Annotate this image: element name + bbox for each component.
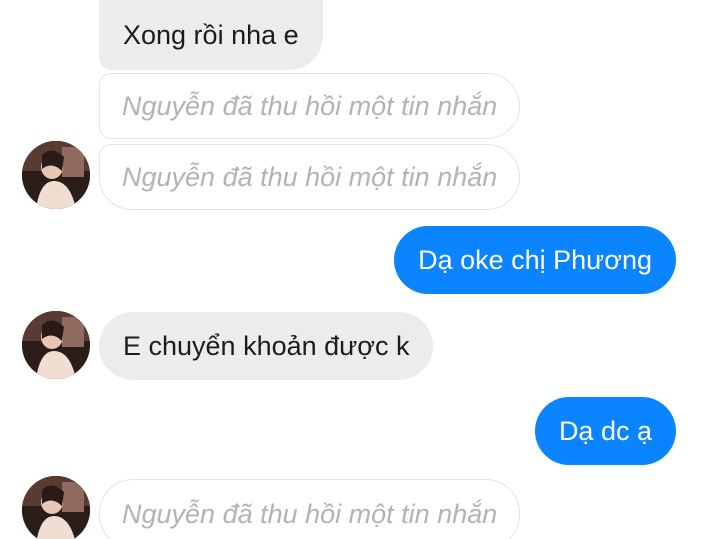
message-text: Dạ dc ạ <box>558 415 652 446</box>
avatar-photo-icon <box>22 141 90 209</box>
sender-avatar[interactable] <box>22 476 90 539</box>
recalled-message-bubble[interactable]: Nguyễn đã thu hồi một tin nhắn <box>99 479 521 539</box>
outgoing-message-bubble[interactable]: Dạ oke chị Phương <box>394 226 676 294</box>
incoming-message-bubble[interactable]: E chuyển khoản được k <box>99 312 434 380</box>
avatar-photo-icon <box>22 476 90 539</box>
message-text: Dạ oke chị Phương <box>418 244 652 275</box>
outgoing-message-bubble[interactable]: Dạ dc ạ <box>534 397 676 465</box>
recalled-message-bubble[interactable]: Nguyễn đã thu hồi một tin nhắn <box>99 73 521 139</box>
recalled-message-text: Nguyễn đã thu hồi một tin nhắn <box>122 498 498 529</box>
recalled-message-text: Nguyễn đã thu hồi một tin nhắn <box>122 161 498 192</box>
message-text: Xong rồi nha e <box>123 19 299 50</box>
sender-avatar[interactable] <box>22 311 90 379</box>
recalled-message-text: Nguyễn đã thu hồi một tin nhắn <box>122 90 498 121</box>
avatar-photo-icon <box>22 311 90 379</box>
sender-avatar[interactable] <box>22 141 90 209</box>
message-text: E chuyển khoản được k <box>123 330 410 361</box>
recalled-message-bubble[interactable]: Nguyễn đã thu hồi một tin nhắn <box>99 144 521 210</box>
incoming-message-bubble[interactable]: Xong rồi nha e <box>99 0 323 70</box>
message-thread: Xong rồi nha e Nguyễn đã thu hồi một tin… <box>0 0 720 539</box>
